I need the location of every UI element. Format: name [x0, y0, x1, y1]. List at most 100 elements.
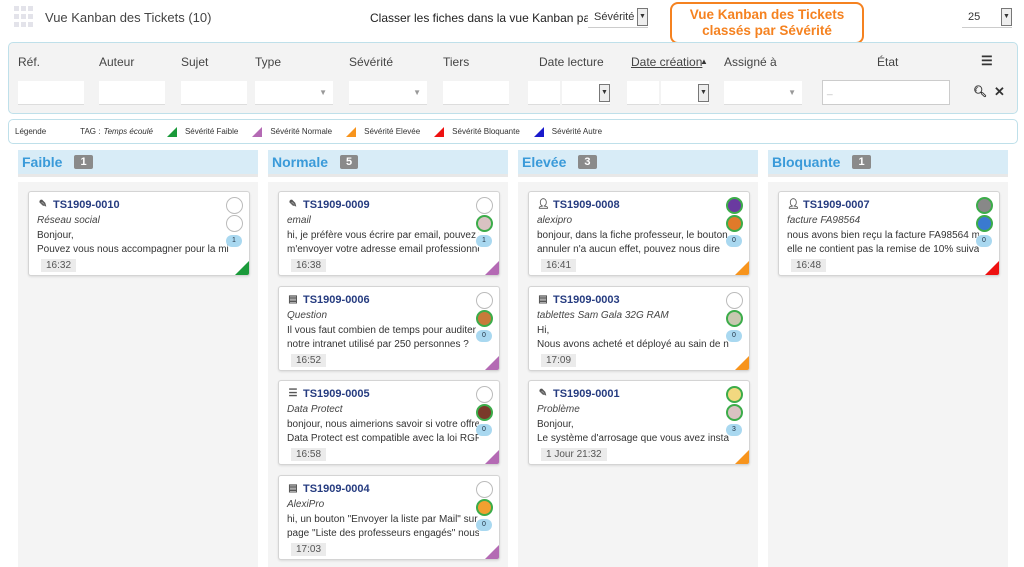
author-avatar[interactable]: [726, 197, 743, 214]
filter-input[interactable]: ▼: [349, 81, 427, 105]
filter-header-status[interactable]: État: [877, 55, 898, 69]
author-avatar[interactable]: [726, 291, 743, 309]
ticket-card[interactable]: ✎ TS1909-0010 Réseau social Bonjour, Pouvez …: [28, 191, 250, 276]
filter-input[interactable]: [627, 81, 659, 105]
author-avatar[interactable]: [476, 480, 493, 498]
filter-header-ref[interactable]: Réf.: [18, 55, 40, 69]
comment-count-bubble[interactable]: 3: [726, 424, 742, 436]
filter-input[interactable]: [443, 81, 509, 105]
filter-input[interactable]: ▼: [724, 81, 802, 105]
assignee-avatar[interactable]: [226, 215, 243, 232]
status-filter-input[interactable]: _: [822, 80, 950, 105]
assignee-avatar[interactable]: [476, 404, 493, 421]
ticket-ref: TS1909-0009: [303, 199, 370, 211]
ticket-card[interactable]: ✎ TS1909-0001 Problème Bonjour, Le système d…: [528, 380, 750, 465]
comment-count-bubble[interactable]: 0: [976, 235, 992, 247]
author-avatar[interactable]: [476, 291, 493, 309]
assignee-avatar[interactable]: [476, 309, 493, 327]
desc-line: Il vous faut combien de temps pour audit…: [287, 324, 476, 336]
filter-header-date-created[interactable]: Date création: [631, 55, 702, 69]
author-avatar[interactable]: [726, 386, 743, 403]
filter-input[interactable]: ▼: [255, 81, 333, 105]
comment-count-bubble[interactable]: 0: [726, 235, 742, 247]
user-icon: 👤︎: [537, 199, 550, 210]
author-avatar[interactable]: [976, 197, 993, 214]
ticket-card[interactable]: ▤ TS1909-0003 tablettes Sam Gala 32G RAM Hi…: [528, 285, 750, 371]
column-count-badge: 3: [578, 155, 597, 169]
list-columns-icon[interactable]: ☰: [981, 53, 993, 69]
filter-header-thirdparty[interactable]: Tiers: [443, 55, 469, 69]
search-icon[interactable]: 🔍︎: [973, 85, 987, 98]
filter-input[interactable]: [528, 81, 560, 105]
filter-header-assigned[interactable]: Assigné à: [724, 55, 777, 69]
ticket-card[interactable]: ☰ TS1909-0005 Data Protect bonjour, nous ai…: [278, 380, 500, 465]
comment-count-bubble[interactable]: 0: [476, 518, 492, 531]
author-avatar[interactable]: [226, 197, 243, 214]
filter-header-date-read[interactable]: Date lecture: [539, 55, 604, 69]
severity-corner-icon: [735, 261, 749, 275]
ticket-ref: TS1909-0005: [303, 388, 370, 400]
elapsed-time-tag: 16:48: [791, 259, 827, 272]
assignee-avatar[interactable]: [476, 215, 493, 232]
ticket-card[interactable]: ✎ TS1909-0009 email hi, je préfère vous écr…: [278, 191, 500, 276]
assignee-avatar[interactable]: [976, 215, 993, 232]
clear-filter-icon[interactable]: ✕: [994, 84, 1005, 100]
ticket-card[interactable]: 👤︎ TS1909-0008 alexipro bonjour, dans la fi…: [528, 191, 750, 276]
ticket-card[interactable]: ▤ TS1909-0004 AlexiPro hi, un bouton "Envoy…: [278, 474, 500, 560]
ticket-ref-link[interactable]: ✎ TS1909-0009: [287, 199, 370, 211]
severity-triangle-icon: [533, 126, 544, 137]
callout-line2: classés par Sévérité: [702, 23, 832, 38]
column-header: Elevée 3: [518, 150, 758, 177]
elapsed-time-tag: 16:38: [291, 259, 327, 272]
page-size-select[interactable]: 25 ▼: [962, 6, 1012, 28]
filter-header-author[interactable]: Auteur: [99, 55, 134, 69]
filter-input[interactable]: [99, 81, 165, 105]
ticket-ref-link[interactable]: ✎ TS1909-0010: [37, 199, 120, 211]
ticket-ref-link[interactable]: 👤︎ TS1909-0007: [787, 199, 870, 211]
severity-triangle-icon: [252, 126, 263, 137]
legend-tag-value: Temps écoulé: [103, 127, 153, 136]
ticket-ref-link[interactable]: ▤ TS1909-0006: [287, 294, 369, 306]
comment-count-bubble[interactable]: 1: [226, 235, 242, 247]
filter-header-subject[interactable]: Sujet: [181, 55, 208, 69]
severity-corner-icon: [485, 450, 499, 464]
comment-count-bubble[interactable]: 0: [726, 329, 742, 342]
assignee-avatar[interactable]: [476, 498, 493, 516]
author-avatar[interactable]: [476, 197, 493, 214]
author-avatar[interactable]: [476, 386, 493, 403]
legend-item-label: Sévérité Elevée: [364, 127, 421, 136]
ticket-ref-link[interactable]: ✎ TS1909-0001: [537, 388, 620, 400]
ticket-ref-link[interactable]: ☰ TS1909-0005: [287, 388, 370, 400]
filter-input[interactable]: [181, 81, 247, 105]
page-size-value: 25: [968, 10, 981, 23]
assignee-avatar[interactable]: [726, 309, 743, 327]
ticket-card[interactable]: 👤︎ TS1909-0007 facture FA98564 nous avons b…: [778, 191, 1000, 276]
comment-count-bubble[interactable]: 0: [476, 424, 492, 436]
filter-input[interactable]: [18, 81, 84, 105]
ticket-ref-link[interactable]: 👤︎ TS1909-0008: [537, 199, 620, 211]
assignee-avatar[interactable]: [726, 404, 743, 421]
desc-line: Bonjour,: [537, 419, 574, 430]
chevron-down-icon: ▼: [1001, 7, 1012, 26]
filter-header-severity[interactable]: Sévérité: [349, 55, 393, 69]
column-body: ✎ TS1909-0010 Réseau social Bonjour, Pouvez …: [18, 182, 258, 567]
comment-count-bubble[interactable]: 0: [476, 329, 492, 342]
sort-asc-icon: ▲: [700, 57, 708, 66]
ticket-subject: Problème: [537, 404, 580, 415]
pin-icon: ✎: [538, 388, 548, 399]
ticket-description: Bonjour, Pouvez vous nous accompagner pou…: [37, 229, 229, 257]
filter-input[interactable]: ▼: [661, 81, 709, 105]
filter-input[interactable]: ▼: [562, 81, 610, 105]
assignee-avatar[interactable]: [726, 215, 743, 232]
ticket-ref-link[interactable]: ▤ TS1909-0004: [287, 483, 369, 495]
ticket-card[interactable]: ▤ TS1909-0006 Question Il vous faut combien…: [278, 285, 500, 371]
desc-line: page "Liste des professeurs engagés" nou…: [287, 527, 479, 539]
sort-by-select[interactable]: Sévérité ▼: [588, 6, 648, 28]
ticket-ref-link[interactable]: ▤ TS1909-0003: [537, 293, 619, 306]
kanban-column-normale: Normale 5 ✎ TS1909-0009 email hi, je préfère …: [268, 150, 508, 567]
filter-header-type[interactable]: Type: [255, 55, 281, 69]
ticket-description: bonjour, dans la fiche professeur, le bo…: [537, 229, 729, 257]
doc-lock-icon: ▤: [538, 293, 548, 305]
desc-line: m'envoyer votre adresse email profession…: [287, 244, 479, 255]
comment-count-bubble[interactable]: 1: [476, 235, 492, 247]
